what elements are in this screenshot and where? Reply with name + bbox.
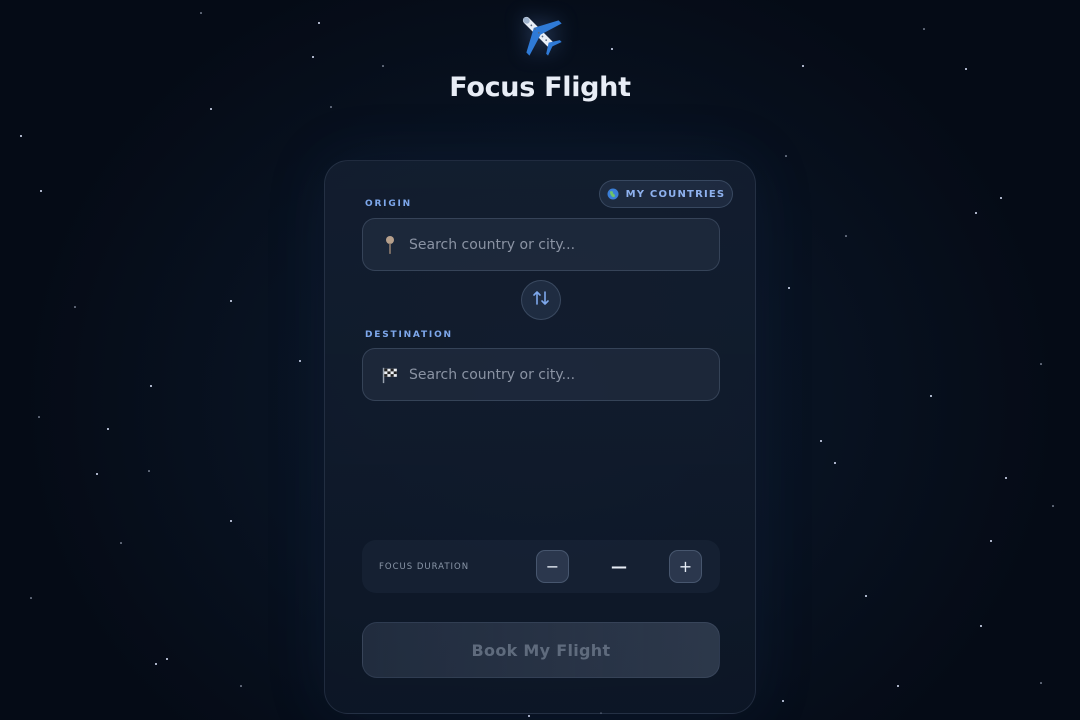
star xyxy=(96,473,98,475)
app-title: Focus Flight xyxy=(449,72,631,103)
star xyxy=(148,470,150,472)
duration-decrease-button[interactable]: − xyxy=(536,550,569,583)
pin-icon xyxy=(381,235,399,255)
book-flight-button[interactable]: Book My Flight xyxy=(362,622,720,678)
star xyxy=(788,287,790,289)
star xyxy=(230,300,232,302)
swap-arrows-icon xyxy=(532,290,550,310)
star xyxy=(40,190,42,192)
star xyxy=(802,65,804,67)
star xyxy=(240,685,242,687)
focus-duration-label: FOCUS DURATION xyxy=(379,561,470,572)
star xyxy=(845,235,847,237)
star xyxy=(975,212,977,214)
star xyxy=(330,106,332,108)
focus-duration-control: FOCUS DURATION − — + xyxy=(362,540,720,593)
star xyxy=(299,360,301,362)
star xyxy=(107,428,109,430)
star xyxy=(990,540,992,542)
star xyxy=(166,658,168,660)
star xyxy=(120,542,122,544)
star xyxy=(834,462,836,464)
star xyxy=(980,625,982,627)
star xyxy=(1005,477,1007,479)
star xyxy=(38,416,40,418)
swap-button[interactable] xyxy=(521,280,561,320)
star xyxy=(785,155,787,157)
star xyxy=(611,48,613,50)
my-countries-button[interactable]: MY COUNTRIES xyxy=(599,180,733,208)
origin-field[interactable] xyxy=(362,218,720,271)
star xyxy=(210,108,212,110)
star xyxy=(897,685,899,687)
checkered-flag-icon xyxy=(381,365,399,385)
star xyxy=(30,597,32,599)
globe-icon xyxy=(607,188,619,200)
star xyxy=(865,595,867,597)
star xyxy=(1052,505,1054,507)
airplane-icon xyxy=(510,4,570,64)
origin-input[interactable] xyxy=(409,236,709,253)
star xyxy=(923,28,925,30)
my-countries-label: MY COUNTRIES xyxy=(625,188,726,200)
star xyxy=(230,520,232,522)
destination-label: DESTINATION xyxy=(365,330,453,340)
star xyxy=(1040,682,1042,684)
star xyxy=(820,440,822,442)
star xyxy=(312,56,314,58)
star xyxy=(74,306,76,308)
destination-input[interactable] xyxy=(409,366,709,383)
star xyxy=(782,700,784,702)
star xyxy=(1000,197,1002,199)
star xyxy=(150,385,152,387)
destination-field[interactable] xyxy=(362,348,720,401)
star xyxy=(382,65,384,67)
star xyxy=(155,663,157,665)
star xyxy=(20,135,22,137)
origin-label: ORIGIN xyxy=(365,199,412,209)
star xyxy=(318,22,320,24)
booking-card: MY COUNTRIES ORIGIN DESTINATION xyxy=(324,160,756,714)
duration-value: — xyxy=(611,557,627,576)
star xyxy=(528,715,530,717)
star xyxy=(1040,363,1042,365)
duration-increase-button[interactable]: + xyxy=(669,550,702,583)
star xyxy=(965,68,967,70)
star xyxy=(200,12,202,14)
star xyxy=(930,395,932,397)
